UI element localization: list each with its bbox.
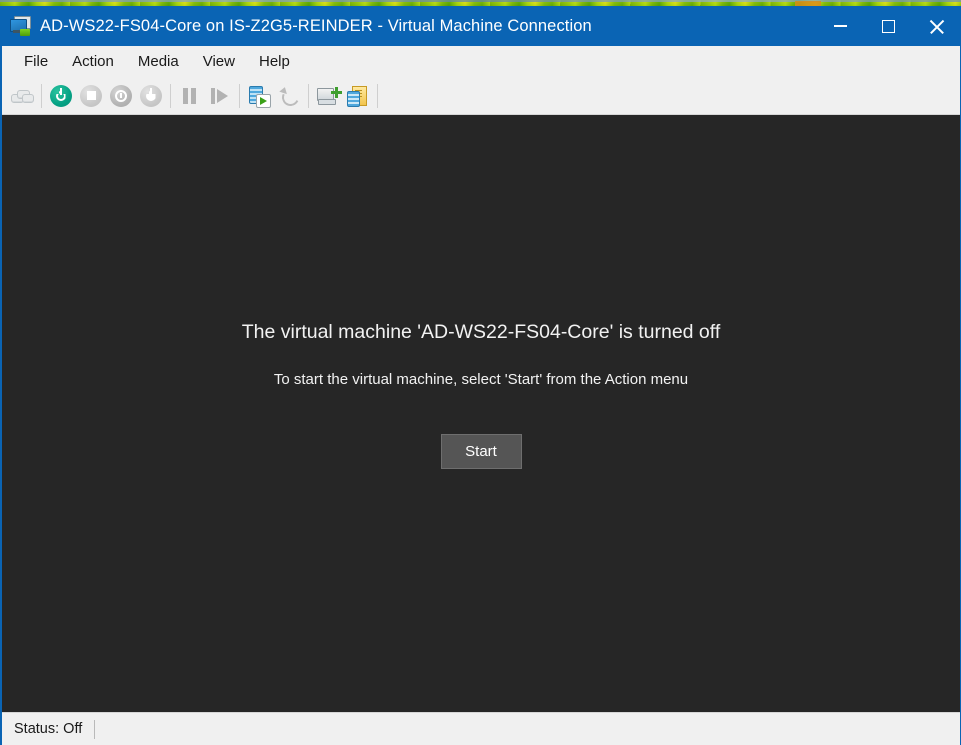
start-button[interactable]: [46, 81, 76, 111]
pause-button: [175, 81, 205, 111]
shut-down-icon: [110, 84, 132, 107]
checkpoint-icon: [248, 85, 271, 108]
maximize-icon: [881, 19, 895, 33]
shut-down-button: [106, 81, 136, 111]
maximize-button[interactable]: [864, 6, 912, 46]
vm-hint-message: To start the virtual machine, select 'St…: [273, 371, 689, 388]
save-icon: [140, 84, 162, 107]
toolbar-separator: [308, 83, 309, 108]
settings-button[interactable]: [313, 81, 343, 111]
close-button[interactable]: [912, 6, 960, 46]
status-badge: Status: Off: [2, 719, 96, 739]
toolbar-separator: [170, 83, 171, 108]
menu-item-file[interactable]: File: [12, 50, 60, 73]
turn-off-button: [76, 81, 106, 111]
resume-button: [205, 81, 235, 111]
ctrl-alt-delete-icon: [11, 88, 34, 104]
menu-item-help[interactable]: Help: [247, 50, 302, 73]
menu-item-view[interactable]: View: [191, 50, 247, 73]
checkpoint-button[interactable]: [244, 81, 274, 111]
menu-item-media[interactable]: Media: [126, 50, 191, 73]
enhanced-session-icon: [347, 86, 369, 107]
resume-icon: [211, 87, 229, 104]
toolbar: [2, 77, 960, 115]
close-icon: [929, 19, 944, 34]
pause-icon: [183, 87, 197, 104]
menu-item-action[interactable]: Action: [60, 50, 126, 73]
toolbar-separator: [41, 83, 42, 108]
start-icon: [50, 84, 72, 107]
virtual-machine-icon: [10, 16, 32, 36]
title-bar[interactable]: AD-WS22-FS04-Core on IS-Z2G5-REINDER - V…: [2, 6, 960, 46]
vm-start-button[interactable]: Start: [440, 434, 522, 469]
window-title: AD-WS22-FS04-Core on IS-Z2G5-REINDER - V…: [40, 16, 592, 35]
minimize-button[interactable]: [816, 6, 864, 46]
settings-icon: [317, 86, 342, 105]
minimize-icon: [833, 25, 847, 27]
vm-off-message: The virtual machine 'AD-WS22-FS04-Core' …: [241, 321, 721, 343]
enhanced-session-button[interactable]: [343, 81, 373, 111]
toolbar-separator: [377, 83, 378, 108]
menu-bar: File Action Media View Help: [2, 46, 960, 77]
toolbar-separator: [239, 83, 240, 108]
turn-off-icon: [80, 84, 102, 107]
window-controls: [816, 6, 960, 46]
save-button: [136, 81, 166, 111]
revert-button: [274, 81, 304, 111]
vm-connection-window: AD-WS22-FS04-Core on IS-Z2G5-REINDER - V…: [0, 6, 961, 745]
status-bar: Status: Off: [2, 712, 960, 745]
vm-viewport[interactable]: The virtual machine 'AD-WS22-FS04-Core' …: [2, 115, 960, 712]
ctrl-alt-delete-button: [7, 81, 37, 111]
revert-icon: [279, 85, 302, 108]
